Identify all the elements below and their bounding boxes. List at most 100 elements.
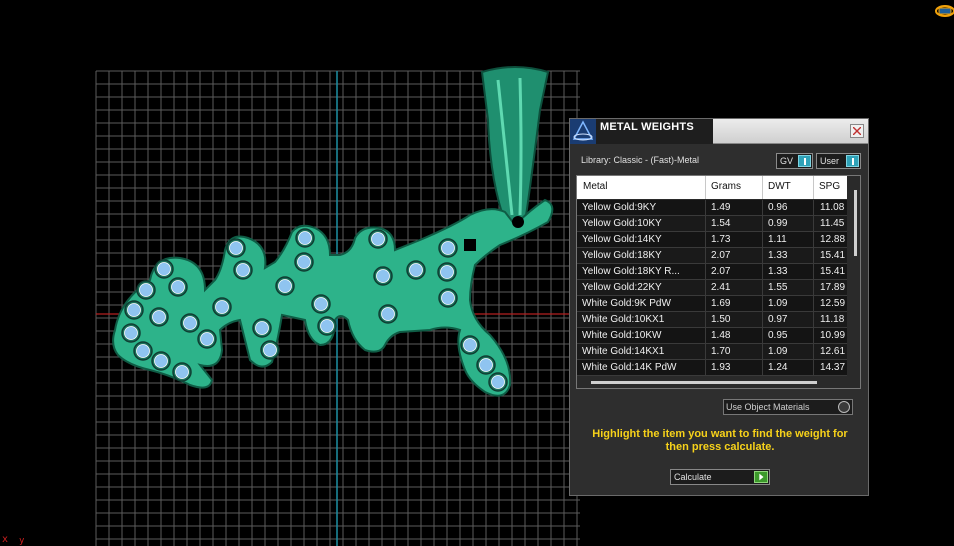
cell-grams: 2.07 <box>711 250 731 261</box>
table-row[interactable]: White Gold:10KW 1.48 0.95 10.99 <box>577 328 847 344</box>
cell-spg: 12.59 <box>820 298 846 309</box>
gem-stone <box>441 241 455 255</box>
cell-grams: 1.73 <box>711 234 731 245</box>
table-row[interactable]: White Gold:10KX1 1.50 0.97 11.18 <box>577 312 847 328</box>
gem-stone <box>183 316 197 330</box>
cell-grams: 2.41 <box>711 282 731 293</box>
cell-grams: 1.48 <box>711 330 731 341</box>
gv-toggle[interactable]: GV <box>776 153 813 169</box>
column-header-grams[interactable]: Grams <box>711 181 741 192</box>
cell-dwt: 1.33 <box>768 250 788 261</box>
gem-stone <box>320 319 334 333</box>
gem-stone <box>479 358 493 372</box>
gem-stone <box>236 263 250 277</box>
table-row[interactable]: White Gold:9K PdW 1.69 1.09 12.59 <box>577 296 847 312</box>
cell-metal: Yellow Gold:9KY <box>582 202 657 213</box>
toggle-switch-icon <box>798 155 811 167</box>
gem-stone <box>200 332 214 346</box>
gem-stone <box>229 241 243 255</box>
play-arrow-icon <box>754 471 768 483</box>
use-object-materials-toggle[interactable]: Use Object Materials <box>723 399 853 415</box>
cell-metal: Yellow Gold:18KY <box>582 250 662 261</box>
cell-grams: 1.49 <box>711 202 731 213</box>
metal-weights-panel: METAL WEIGHTS Library: Classic - (Fast)-… <box>569 118 869 496</box>
cell-grams: 1.50 <box>711 314 731 325</box>
use-object-materials-label: Use Object Materials <box>726 402 810 412</box>
gem-stone <box>441 291 455 305</box>
view-navigator-icon[interactable] <box>934 2 954 20</box>
table-row[interactable]: Yellow Gold:10KY 1.54 0.99 11.45 <box>577 216 847 232</box>
gem-stone <box>127 303 141 317</box>
gv-toggle-label: GV <box>780 156 794 166</box>
horizontal-scrollbar[interactable] <box>591 381 817 384</box>
cell-dwt: 1.09 <box>768 298 788 309</box>
cell-grams: 2.07 <box>711 266 731 277</box>
table-row[interactable]: White Gold:14KX1 1.70 1.09 12.61 <box>577 344 847 360</box>
user-toggle[interactable]: User <box>816 153 861 169</box>
cell-metal: White Gold:14K PdW <box>582 362 677 373</box>
column-header-metal[interactable]: Metal <box>583 181 607 192</box>
bail-hole <box>512 216 524 228</box>
app-logo-icon <box>570 119 596 144</box>
panel-titlebar[interactable]: METAL WEIGHTS <box>570 119 868 144</box>
column-header-dwt[interactable]: DWT <box>768 181 791 192</box>
instruction-text: Highlight the item you want to find the … <box>592 428 848 453</box>
cell-metal: Yellow Gold:18KY R... <box>582 266 680 277</box>
table-row[interactable]: White Gold:14K PdW 1.93 1.24 14.37 <box>577 360 847 376</box>
metal-weights-table[interactable]: Metal Grams DWT SPG Yellow Gold:9KY 1.49 0… <box>576 175 861 389</box>
axis-x-marker: x <box>2 534 9 545</box>
calculate-button[interactable]: Calculate <box>670 469 770 485</box>
cell-metal: White Gold:10KW <box>582 330 662 341</box>
panel-title: METAL WEIGHTS <box>600 121 694 133</box>
cell-dwt: 1.55 <box>768 282 788 293</box>
gem-stone <box>371 232 385 246</box>
cell-metal: Yellow Gold:14KY <box>582 234 662 245</box>
cell-grams: 1.54 <box>711 218 731 229</box>
cell-spg: 11.18 <box>820 314 845 325</box>
gem-stone <box>152 310 166 324</box>
cell-spg: 15.41 <box>820 266 846 277</box>
cell-metal: White Gold:10KX1 <box>582 314 665 325</box>
gem-stone <box>278 279 292 293</box>
gem-stone <box>376 269 390 283</box>
column-header-spg[interactable]: SPG <box>819 181 840 192</box>
cell-dwt: 0.99 <box>768 218 788 229</box>
gem-stone <box>255 321 269 335</box>
gem-stone <box>491 375 505 389</box>
table-row[interactable]: Yellow Gold:18KY R... 2.07 1.33 15.41 <box>577 264 847 280</box>
vertical-scrollbar[interactable] <box>854 190 857 256</box>
gem-stone <box>298 231 312 245</box>
cell-dwt: 1.24 <box>768 362 788 373</box>
cell-metal: Yellow Gold:22KY <box>582 282 662 293</box>
cell-dwt: 0.95 <box>768 330 788 341</box>
cell-dwt: 1.33 <box>768 266 788 277</box>
gem-stone <box>139 283 153 297</box>
table-header: Metal Grams DWT SPG <box>577 176 847 199</box>
gem-stone <box>157 262 171 276</box>
cell-spg: 10.99 <box>820 330 846 341</box>
close-button[interactable] <box>850 124 864 138</box>
cell-metal: White Gold:9K PdW <box>582 298 671 309</box>
cell-grams: 1.93 <box>711 362 731 373</box>
gem-stone <box>463 338 477 352</box>
radio-icon <box>838 401 850 413</box>
calculate-button-label: Calculate <box>674 472 712 482</box>
table-row[interactable]: Yellow Gold:18KY 2.07 1.33 15.41 <box>577 248 847 264</box>
cell-dwt: 0.97 <box>768 314 788 325</box>
cell-dwt: 1.11 <box>768 234 787 245</box>
cell-grams: 1.69 <box>711 298 731 309</box>
cell-spg: 12.61 <box>820 346 846 357</box>
toggle-switch-icon <box>846 155 859 167</box>
table-row[interactable]: Yellow Gold:22KY 2.41 1.55 17.89 <box>577 280 847 296</box>
cell-spg: 17.89 <box>820 282 846 293</box>
cutout <box>464 239 476 251</box>
table-row[interactable]: Yellow Gold:14KY 1.73 1.11 12.88 <box>577 232 847 248</box>
gem-stone <box>381 307 395 321</box>
gem-stone <box>124 326 138 340</box>
axis-y-marker: y <box>19 536 25 546</box>
gem-stone <box>440 265 454 279</box>
gem-stone <box>175 365 189 379</box>
cell-metal: White Gold:14KX1 <box>582 346 665 357</box>
table-row[interactable]: Yellow Gold:9KY 1.49 0.96 11.08 <box>577 200 847 216</box>
user-toggle-label: User <box>820 156 840 166</box>
